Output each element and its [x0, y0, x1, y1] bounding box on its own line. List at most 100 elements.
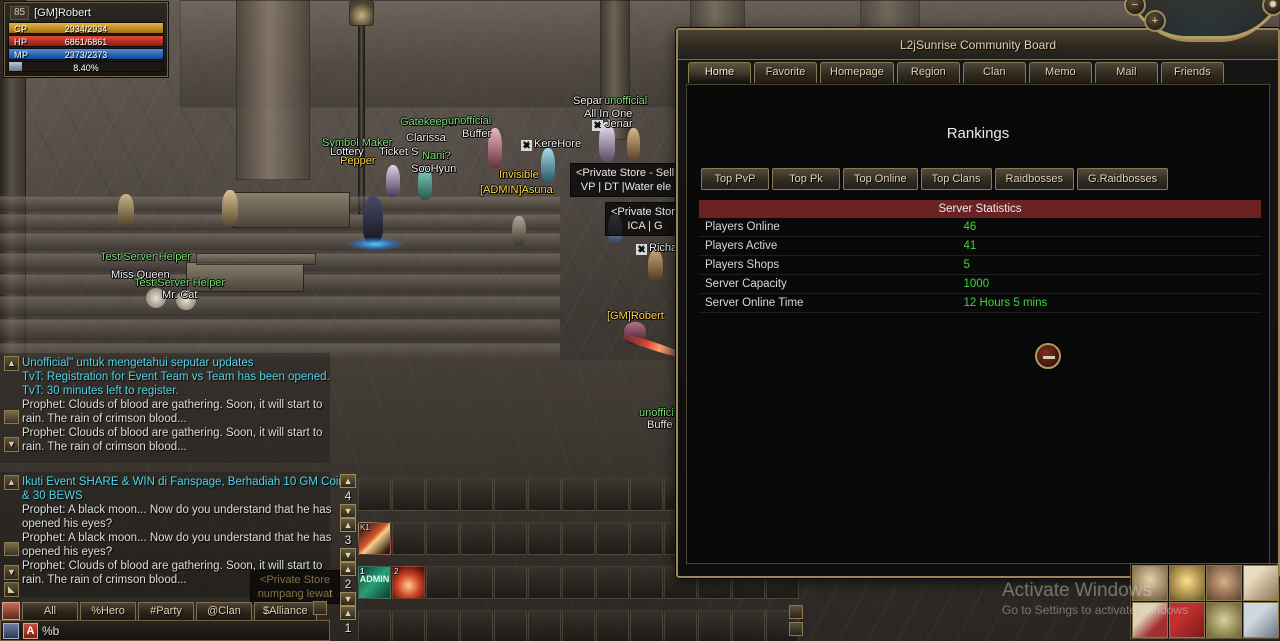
- player-sprite[interactable]: [599, 122, 615, 162]
- hotbar-slot[interactable]: [426, 522, 459, 555]
- tab-memo[interactable]: Memo: [1028, 62, 1092, 83]
- inventory-icon[interactable]: [1132, 565, 1168, 601]
- hotbar-slot[interactable]: [528, 522, 561, 555]
- hotbar-expand-button[interactable]: [789, 605, 803, 619]
- chat-scrollbar-thumb[interactable]: [4, 410, 19, 424]
- hotbar-slot[interactable]: [562, 610, 595, 641]
- action-icon[interactable]: [1206, 565, 1242, 601]
- hotbar-slot[interactable]: [596, 566, 629, 599]
- player-status-bar[interactable]: 85 [GM]Robert CP 2934/2934 HP 6861/6861 …: [4, 2, 168, 77]
- hotbar-slot[interactable]: [664, 610, 697, 641]
- chat-tab-party[interactable]: #Party: [138, 601, 194, 621]
- tab-mail[interactable]: Mail: [1094, 62, 1158, 83]
- status-icon[interactable]: [1169, 565, 1205, 601]
- npc-sprite[interactable]: [627, 128, 640, 160]
- npc-sprite[interactable]: [488, 128, 502, 168]
- ranking-tab-top-pvp[interactable]: Top PvP: [701, 168, 769, 190]
- hotbar-slot[interactable]: [630, 566, 663, 599]
- hotbar-row-down-button[interactable]: ▼: [340, 548, 356, 562]
- hotbar-slot[interactable]: [426, 478, 459, 511]
- hotbar-slot[interactable]: [732, 610, 765, 641]
- hotbar-row-up-button[interactable]: ▲: [340, 562, 356, 576]
- skills-icon[interactable]: [1243, 565, 1279, 601]
- hotbar-slot[interactable]: [392, 522, 425, 555]
- chat-input-field[interactable]: %b: [42, 624, 59, 638]
- hotbar-slot[interactable]: [460, 610, 493, 641]
- hotbar-slot[interactable]: [528, 610, 561, 641]
- hotbar-slot[interactable]: [494, 566, 527, 599]
- npc-sprite[interactable]: [648, 250, 663, 282]
- hotbar-slot[interactable]: [392, 478, 425, 511]
- hotbar-slot[interactable]: [358, 478, 391, 511]
- chat-tab-hero[interactable]: %Hero: [80, 601, 136, 621]
- plus-icon[interactable]: +: [1144, 10, 1166, 32]
- npc-sprite[interactable]: [512, 216, 526, 246]
- hotbar-slot[interactable]: [562, 566, 595, 599]
- quest-icon[interactable]: [1132, 602, 1168, 638]
- chat-input-row[interactable]: A %b: [0, 620, 330, 641]
- hotbar-row-down-button[interactable]: ▼: [340, 592, 356, 606]
- chat-mode-icon[interactable]: [2, 602, 20, 620]
- hotbar-slot[interactable]: [630, 478, 663, 511]
- chat-scroll-up-button[interactable]: ▲: [4, 356, 19, 371]
- hotbar-row-up-button[interactable]: ▲: [340, 606, 356, 620]
- hotbar-slot[interactable]: [596, 522, 629, 555]
- hotbar-slot[interactable]: [630, 610, 663, 641]
- hotbar-slot[interactable]: [596, 478, 629, 511]
- hotbar-row-down-button[interactable]: ▼: [340, 504, 356, 518]
- pet-sprite[interactable]: [176, 290, 196, 310]
- hotbar-row-up-button[interactable]: ▲: [340, 518, 356, 532]
- tab-region[interactable]: Region: [896, 62, 960, 83]
- hotbar-slot[interactable]: [562, 522, 595, 555]
- hotbar-slot-sword[interactable]: K1: [358, 522, 391, 555]
- hotbar-slot[interactable]: [562, 478, 595, 511]
- chat-panel-bottom[interactable]: ▲ ▼ ◣ Ikuti Event SHARE & WIN di Fanspag…: [0, 472, 345, 597]
- tab-friends[interactable]: Friends: [1160, 62, 1224, 83]
- hotbar-slot[interactable]: [494, 478, 527, 511]
- npc-sprite[interactable]: [418, 166, 432, 200]
- tab-clan[interactable]: Clan: [962, 62, 1026, 83]
- hotbar-slot[interactable]: [392, 610, 425, 641]
- hotbar-slot[interactable]: [460, 566, 493, 599]
- ranking-tab-top-pk[interactable]: Top Pk: [772, 168, 840, 190]
- tab-favorite[interactable]: Favorite: [754, 62, 817, 83]
- hotbar-slot[interactable]: [596, 610, 629, 641]
- chat-scroll-down-button[interactable]: ▼: [4, 565, 19, 580]
- chat-panel-top[interactable]: ▲ ▼ Unofficial" untuk mengetahui seputar…: [0, 353, 330, 463]
- hotbar-slot[interactable]: [460, 522, 493, 555]
- map-icon[interactable]: [1206, 602, 1242, 638]
- hotbar-slot-fire[interactable]: 2: [392, 566, 425, 599]
- hotbar-slot[interactable]: [494, 522, 527, 555]
- hotbar-slot[interactable]: [494, 610, 527, 641]
- hotbar-slot[interactable]: [698, 610, 731, 641]
- private-store-sign[interactable]: <Private Store ICA | G: [605, 202, 685, 236]
- hotbar-config-button[interactable]: [789, 622, 803, 636]
- chat-scroll-up-button[interactable]: ▲: [4, 475, 19, 490]
- npc-sprite[interactable]: [541, 148, 555, 182]
- chat-resize-handle[interactable]: ◣: [4, 582, 19, 597]
- settings-icon[interactable]: [1243, 602, 1279, 638]
- hotbar-slot[interactable]: [528, 478, 561, 511]
- ranking-tab-top-online[interactable]: Top Online: [843, 168, 918, 190]
- chat-tab-clan[interactable]: @Clan: [196, 601, 252, 621]
- ranking-tab-raidbosses[interactable]: Raidbosses: [994, 168, 1074, 190]
- social-icon[interactable]: [3, 622, 19, 639]
- ranking-tab-g-raidbosses[interactable]: G.Raidbosses: [1077, 168, 1169, 190]
- npc-sprite[interactable]: [222, 190, 238, 226]
- hotbar-slot[interactable]: [426, 566, 459, 599]
- chat-tabs-scroll-button[interactable]: [313, 601, 327, 615]
- hotbar-slot-admin[interactable]: 1 ADMIN: [358, 566, 391, 599]
- hotbar-row-up-button[interactable]: ▲: [340, 474, 356, 488]
- hotbar-slot[interactable]: [358, 610, 391, 641]
- ranking-tab-top-clans[interactable]: Top Clans: [920, 168, 992, 190]
- chat-scrollbar-thumb[interactable]: [4, 542, 19, 556]
- hotbar-slot[interactable]: [426, 610, 459, 641]
- minus-circle-icon[interactable]: [1035, 343, 1061, 369]
- hotbar-slot[interactable]: [460, 478, 493, 511]
- community-board-window[interactable]: L2jSunrise Community Board Home Favorite…: [676, 28, 1280, 578]
- hotbar-slot[interactable]: [528, 566, 561, 599]
- npc-sprite[interactable]: [118, 194, 134, 228]
- npc-sprite[interactable]: [386, 165, 400, 197]
- tab-homepage[interactable]: Homepage: [820, 62, 894, 83]
- chat-tab-all[interactable]: All: [22, 601, 78, 621]
